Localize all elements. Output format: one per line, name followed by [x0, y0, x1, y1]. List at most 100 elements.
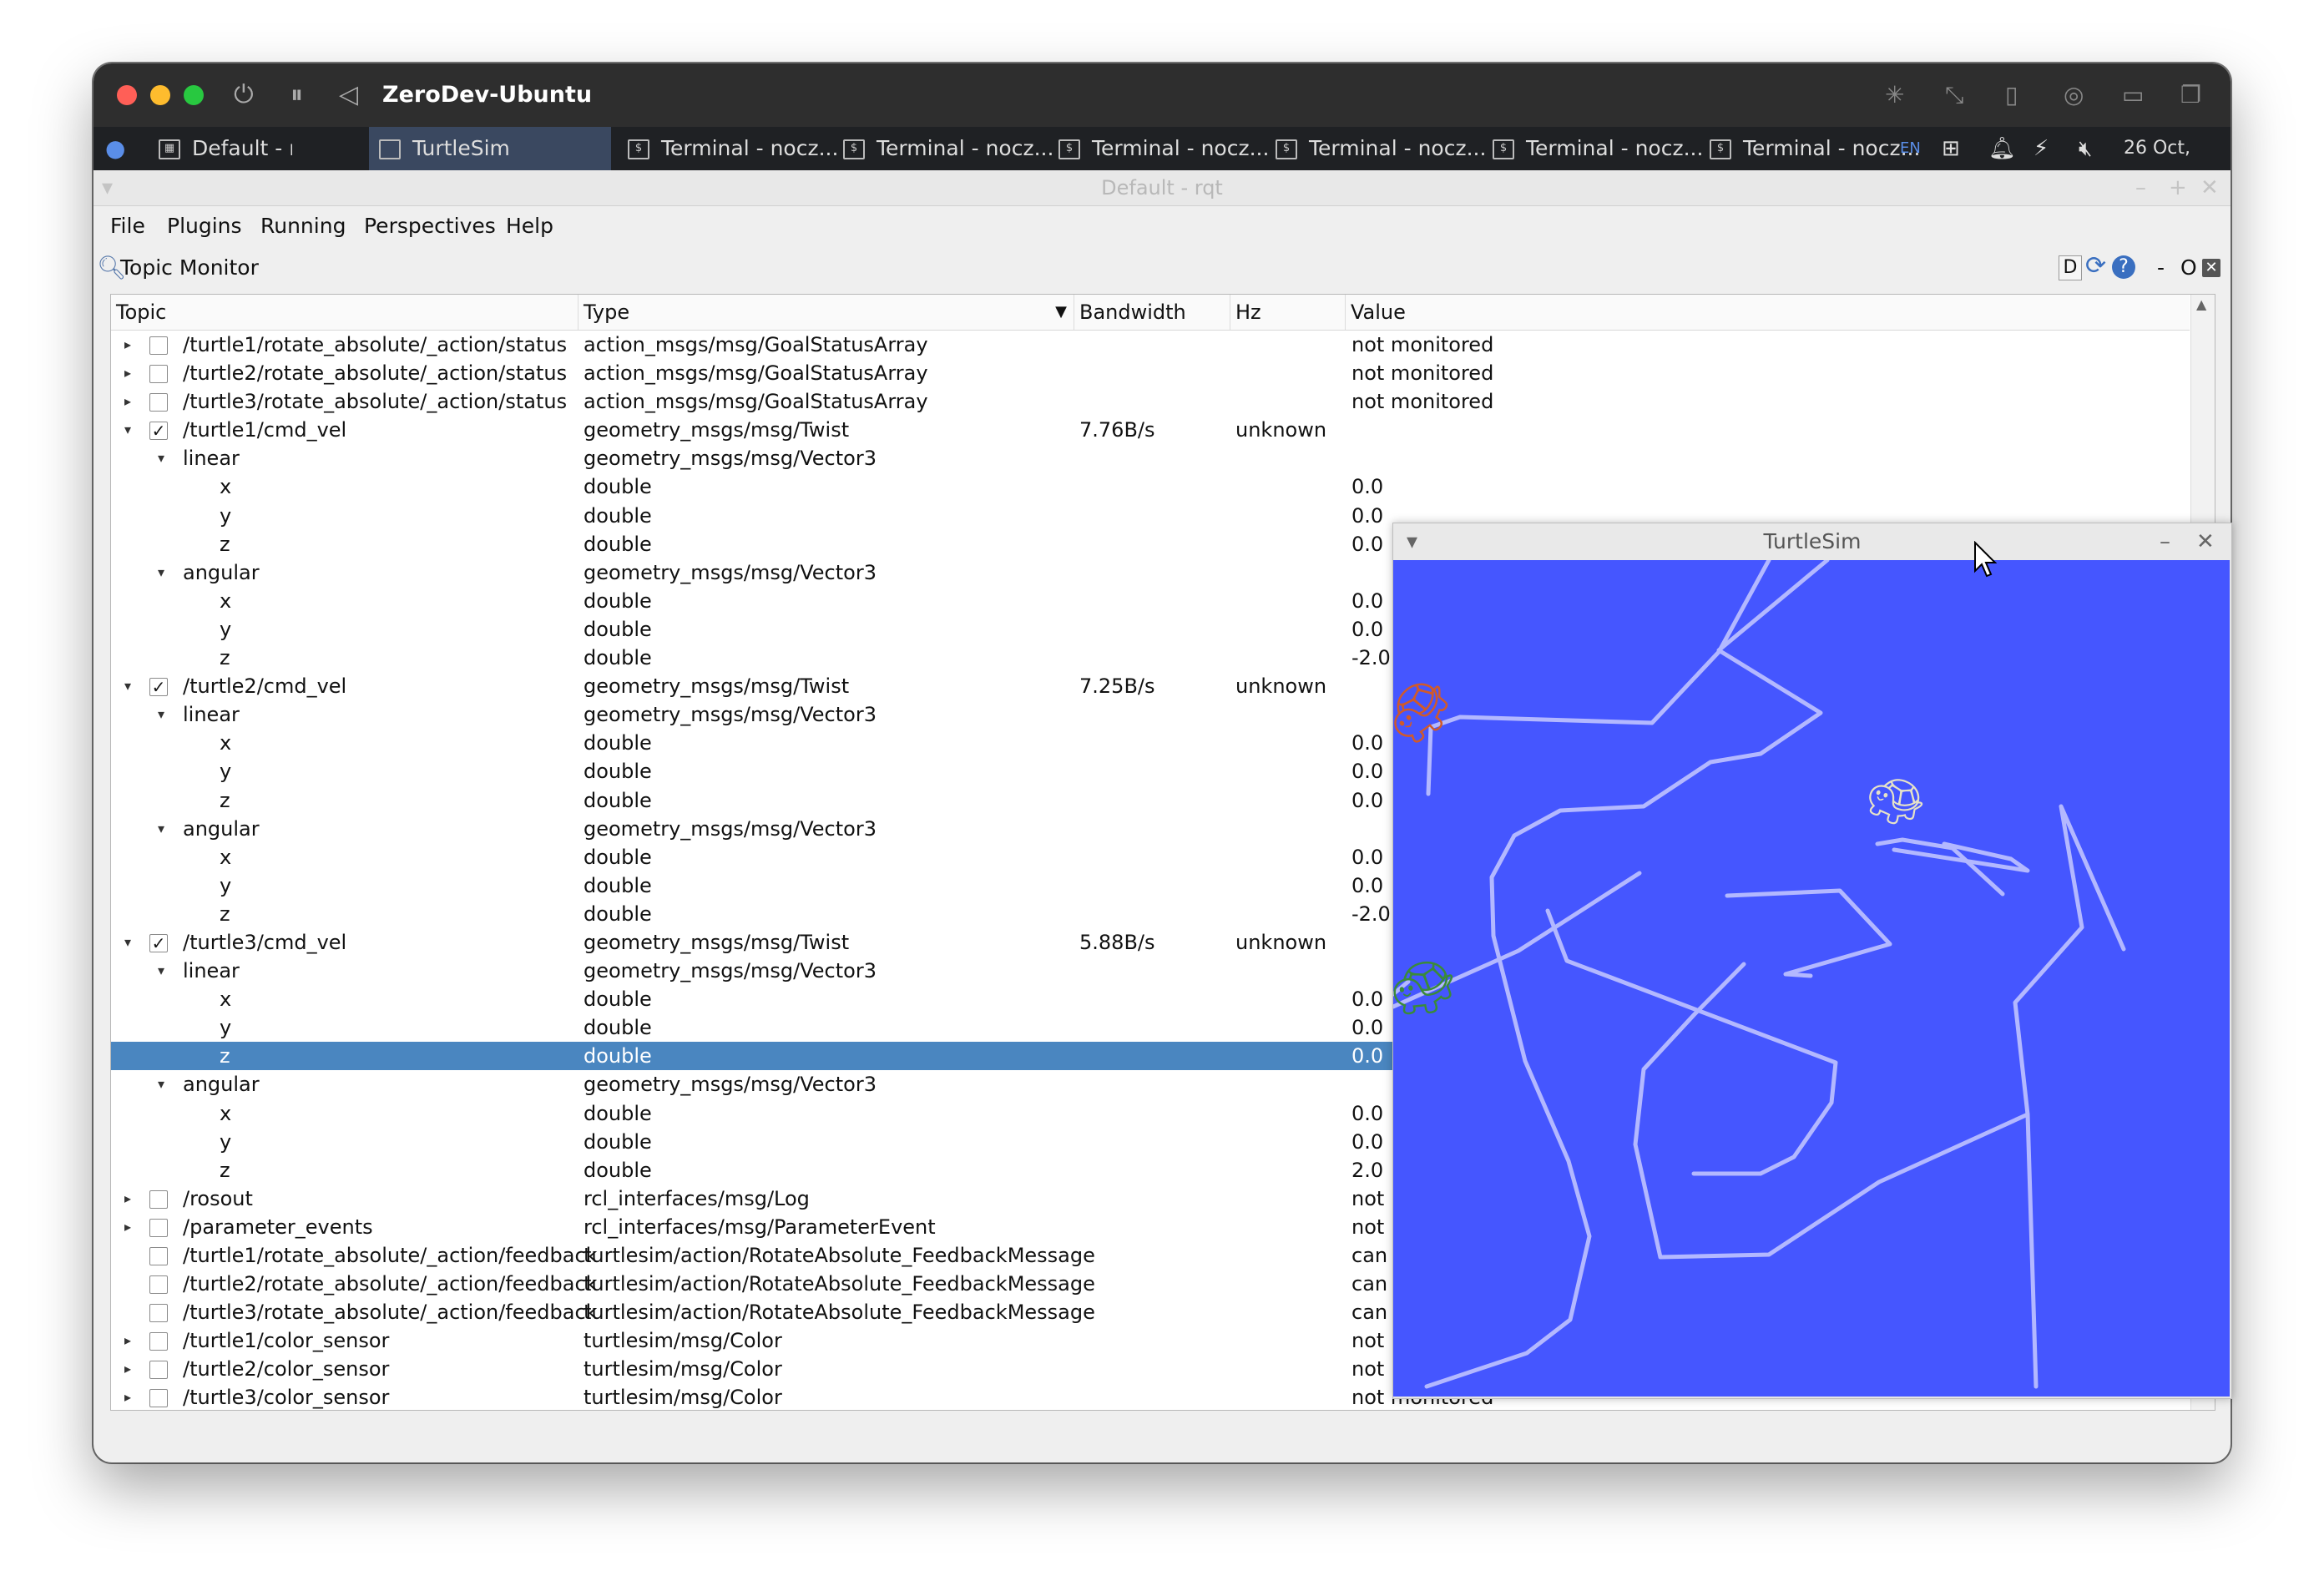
expand-right-icon[interactable]: ▸ [119, 1213, 136, 1241]
keyboard-layout[interactable]: EN [1900, 127, 1921, 170]
scroll-up-icon[interactable]: ▲ [2196, 296, 2206, 312]
notification-bell-icon[interactable]: 🔔︎ [1988, 127, 2016, 170]
cell-topic: x [220, 475, 232, 499]
menu-plugins[interactable]: Plugins [167, 207, 242, 245]
header-hz[interactable]: Hz [1230, 295, 1346, 330]
expand-down-icon[interactable]: ▾ [153, 700, 169, 729]
power-manager-icon[interactable]: ⚡︎ [2034, 127, 2049, 170]
monitor-checkbox[interactable]: ✓ [149, 678, 168, 697]
expand-down-icon[interactable]: ▾ [153, 957, 169, 985]
expand-down-icon[interactable]: ▾ [153, 1070, 169, 1099]
task-terminal-4[interactable]: $ Terminal - nocz... [1276, 127, 1484, 170]
cell-type: double [584, 475, 652, 499]
usb-icon[interactable]: ▯ [2005, 80, 2018, 110]
pause-icon[interactable]: ⏸ [290, 80, 303, 110]
folder-icon[interactable]: ▭ [2122, 80, 2144, 110]
table-row[interactable]: x double 0.0 [111, 472, 2190, 501]
menu-running[interactable]: Running [260, 207, 346, 245]
task-terminal-3[interactable]: $ Terminal - nocz... [1058, 127, 1267, 170]
brightness-icon[interactable]: ✳ [1885, 80, 1904, 110]
back-icon[interactable]: ◁ [339, 80, 358, 110]
task-rqt[interactable]: ▦ Default - rqt [159, 127, 292, 170]
table-row[interactable]: ▸ /turtle1/rotate_absolute/_action/status… [111, 331, 2190, 359]
window-menu-icon[interactable]: ▾ [102, 170, 113, 205]
resize-icon[interactable]: ⤡ [1945, 80, 1963, 110]
network-icon[interactable]: ◎ [2064, 80, 2084, 110]
cell-type: double [584, 1158, 652, 1182]
plugin-minimize-button[interactable]: - [2157, 245, 2165, 290]
header-bandwidth[interactable]: Bandwidth [1074, 295, 1230, 330]
cell-type: action_msgs/msg/GoalStatusArray [584, 361, 928, 386]
close-icon[interactable]: ✕ [2196, 523, 2215, 560]
monitor-checkbox[interactable]: ✓ [149, 422, 168, 441]
monitor-checkbox[interactable] [149, 393, 168, 412]
clock[interactable]: 26 Oct, 13:50 [2124, 127, 2231, 202]
expand-down-icon[interactable]: ▾ [153, 815, 169, 843]
task-terminal-5[interactable]: $ Terminal - nocz... [1493, 127, 1701, 170]
header-topic[interactable]: Topic [111, 295, 578, 330]
cell-topic: /rosout [183, 1186, 253, 1210]
expand-right-icon[interactable]: ▸ [119, 1184, 136, 1213]
menu-perspectives[interactable]: Perspectives [364, 207, 496, 245]
plugin-close-icon[interactable]: ✕ [2202, 259, 2220, 277]
expand-right-icon[interactable]: ▸ [119, 331, 136, 359]
monitor-checkbox[interactable] [149, 336, 168, 355]
task-terminal-1[interactable]: $ Terminal - nocz... [628, 127, 836, 170]
monitor-checkbox[interactable] [149, 1389, 168, 1408]
expand-right-icon[interactable]: ▸ [119, 359, 136, 387]
monitor-checkbox[interactable] [149, 1332, 168, 1351]
monitor-checkbox[interactable] [149, 1247, 168, 1265]
turtlesim-titlebar[interactable]: ▾ TurtleSim – ✕ [1393, 523, 2231, 560]
minimize-icon[interactable]: – [2160, 523, 2170, 560]
table-row[interactable]: ▸ /turtle3/rotate_absolute/_action/status… [111, 387, 2190, 416]
expand-down-icon[interactable]: ▾ [119, 928, 136, 957]
window-menu-icon[interactable]: ▾ [1407, 523, 1417, 560]
cell-topic: x [220, 588, 232, 613]
reload-icon[interactable]: ⟳ [2085, 252, 2106, 280]
expand-down-icon[interactable]: ▾ [153, 558, 169, 587]
monitor-checkbox[interactable] [149, 1275, 168, 1295]
zoom-button[interactable] [184, 85, 204, 105]
minimize-button[interactable] [150, 85, 170, 105]
windows-icon[interactable]: ❐ [2180, 80, 2201, 110]
monitor-checkbox[interactable] [149, 365, 168, 384]
task-turtlesim[interactable]: TurtleSim [369, 127, 611, 170]
task-terminal-2[interactable]: $ Terminal - nocz... [843, 127, 1052, 170]
close-icon[interactable]: ✕ [2200, 170, 2219, 205]
menu-file[interactable]: File [110, 207, 145, 245]
monitor-checkbox[interactable] [149, 1218, 168, 1237]
whisker-menu-icon[interactable]: ● [105, 127, 125, 170]
help-icon[interactable]: ? [2112, 255, 2135, 279]
task-terminal-6[interactable]: $ Terminal - nocz... [1710, 127, 1918, 170]
header-type[interactable]: Type ▼ [578, 295, 1074, 330]
cell-hz: unknown [1235, 418, 1327, 442]
dock-d-button[interactable]: D [2059, 255, 2082, 280]
expand-right-icon[interactable]: ▸ [119, 1383, 136, 1410]
volume-muted-icon[interactable]: 🔇︎ [2079, 127, 2092, 170]
cell-value: not monitored [1351, 361, 1494, 386]
expand-down-icon[interactable]: ▾ [153, 444, 169, 472]
monitor-checkbox[interactable] [149, 1361, 168, 1380]
expand-right-icon[interactable]: ▸ [119, 1326, 136, 1355]
expand-right-icon[interactable]: ▸ [119, 1355, 136, 1383]
cell-type: turtlesim/action/RotateAbsolute_Feedback… [584, 1244, 1095, 1267]
maximize-icon[interactable]: + [2169, 170, 2187, 205]
network-tray-icon[interactable]: ⊞ [1942, 127, 1960, 170]
expand-down-icon[interactable]: ▾ [119, 416, 136, 444]
header-value[interactable]: Value [1346, 295, 2190, 330]
table-row[interactable]: ▾ linear geometry_msgs/msg/Vector3 [111, 444, 2190, 472]
monitor-checkbox[interactable] [149, 1190, 168, 1209]
expand-right-icon[interactable]: ▸ [119, 387, 136, 416]
table-row[interactable]: ▸ /turtle2/rotate_absolute/_action/status… [111, 359, 2190, 387]
cell-topic: y [220, 760, 232, 784]
minimize-icon[interactable]: – [2135, 170, 2146, 205]
cell-bandwidth: 7.76B/s [1079, 418, 1155, 442]
monitor-checkbox[interactable]: ✓ [149, 933, 168, 952]
monitor-checkbox[interactable] [149, 1304, 168, 1323]
table-row[interactable]: ▾ ✓ /turtle1/cmd_vel geometry_msgs/msg/Twis… [111, 416, 2190, 444]
close-button[interactable] [117, 85, 137, 105]
expand-down-icon[interactable]: ▾ [119, 672, 136, 700]
menu-help[interactable]: Help [506, 207, 553, 245]
plugin-restore-button[interactable]: O [2180, 245, 2197, 290]
power-icon[interactable]: ⏻ [234, 80, 254, 110]
